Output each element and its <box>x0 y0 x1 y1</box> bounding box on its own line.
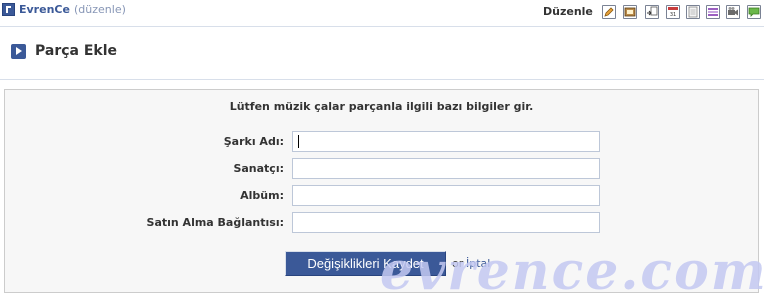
purchase-link-input[interactable] <box>292 212 600 233</box>
save-changes-button[interactable]: Değişiklikleri Kaydet <box>285 251 446 276</box>
add-track-form: Lütfen müzik çalar parçanla ilgili bazı … <box>4 89 759 293</box>
page-title: Parça Ekle <box>35 43 118 59</box>
comment-icon[interactable] <box>747 5 761 19</box>
album-row: Albüm: <box>5 185 758 207</box>
form-intro: Lütfen müzik çalar parçanla ilgili bazı … <box>229 100 534 113</box>
calendar-icon[interactable]: 31 <box>666 5 680 19</box>
purchase-link-row: Satın Alma Bağlantısı: <box>5 212 758 234</box>
notes-icon[interactable] <box>686 5 700 19</box>
list-icon[interactable] <box>706 5 720 19</box>
svg-text:31: 31 <box>670 12 676 18</box>
toolbar-label: Düzenle <box>543 5 593 18</box>
album-label: Albüm: <box>240 189 284 202</box>
video-icon[interactable] <box>726 5 740 19</box>
app-edit-link[interactable]: düzenle <box>78 3 121 16</box>
purchase-link-label: Satın Alma Bağlantısı: <box>146 216 284 229</box>
pencil-icon[interactable] <box>602 5 616 19</box>
play-icon <box>11 44 26 59</box>
cancel-link[interactable]: İptal <box>466 257 490 270</box>
edit-close-paren: ) <box>121 3 126 16</box>
song-name-input[interactable] <box>292 131 600 152</box>
photo-icon[interactable] <box>623 5 637 19</box>
top-bar: EvrenCe (düzenle) Düzenle 31 <box>0 0 764 27</box>
app-logo-icon <box>2 3 15 16</box>
artist-row: Sanatçı: <box>5 158 758 180</box>
song-name-label: Şarkı Adı: <box>223 135 284 148</box>
page-header: Parça Ekle <box>0 27 764 80</box>
song-name-row: Şarkı Adı: <box>5 131 758 153</box>
app-name[interactable]: EvrenCe <box>19 3 70 16</box>
artist-input[interactable] <box>292 158 600 179</box>
move-icon[interactable] <box>645 5 659 19</box>
app-edit: (düzenle) <box>74 3 126 16</box>
text-cursor <box>298 135 299 148</box>
album-input[interactable] <box>292 185 600 206</box>
artist-label: Sanatçı: <box>233 162 284 175</box>
or-text: or <box>452 257 464 270</box>
